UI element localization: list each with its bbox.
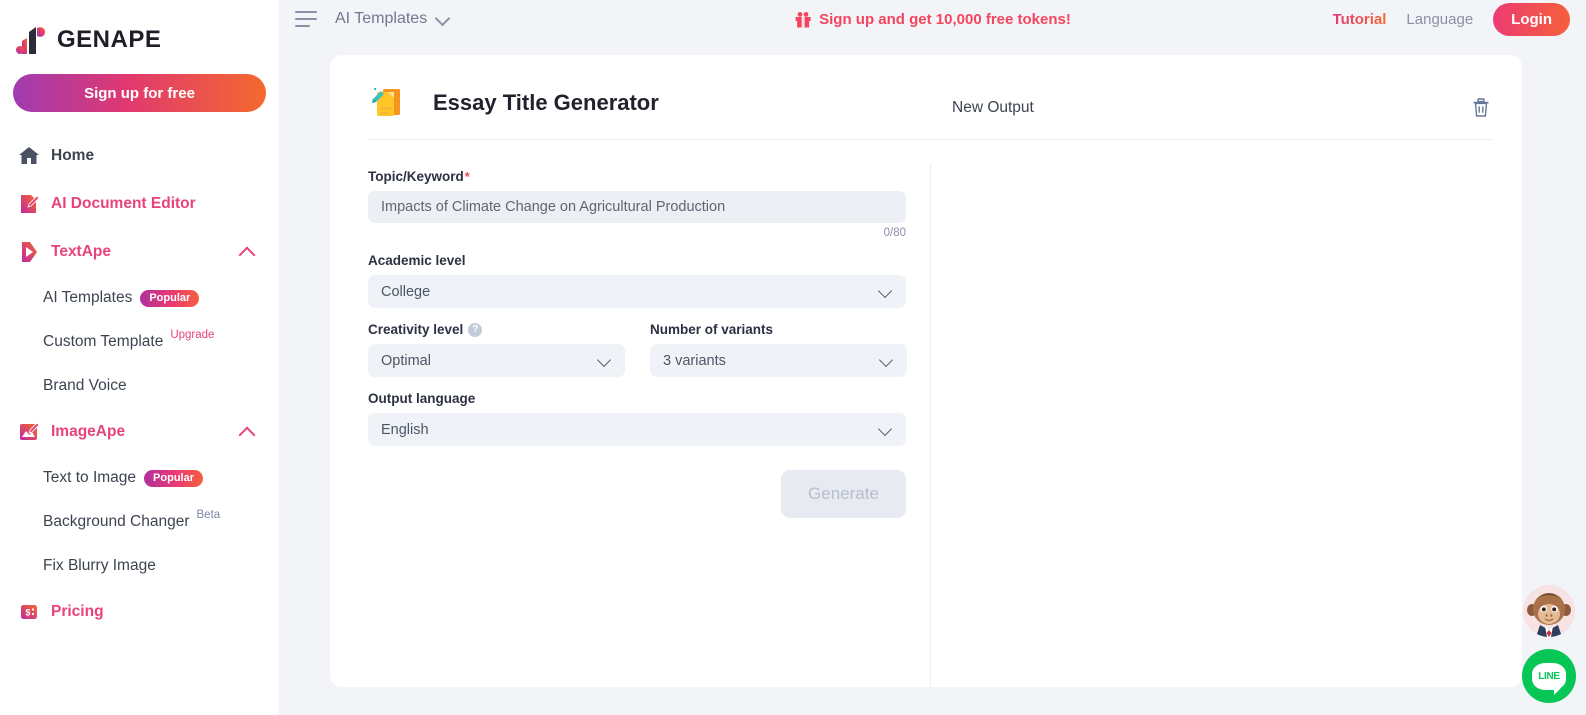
topic-keyword-input[interactable] xyxy=(368,191,906,223)
ape-avatar-icon[interactable] xyxy=(1523,585,1575,637)
sidebar-item-ai-document-editor[interactable]: AI Document Editor xyxy=(0,180,279,228)
chevron-up-icon[interactable] xyxy=(239,243,257,261)
sidebar-subitem-text-to-image[interactable]: Text to Image Popular xyxy=(0,456,279,500)
character-counter: 0/80 xyxy=(883,227,906,239)
top-right-controls: Tutorial Language Login xyxy=(1333,2,1570,36)
question-mark-icon[interactable]: ? xyxy=(468,322,483,337)
sidebar-subitem-label: Custom Template xyxy=(43,333,164,350)
sidebar-item-textape[interactable]: TextApe xyxy=(0,228,279,276)
creativity-variants-row: Creativity level ? Optimal Number of var… xyxy=(368,322,907,377)
logo-text: GENAPE xyxy=(57,26,162,53)
gift-icon xyxy=(794,11,811,28)
promo-banner[interactable]: Sign up and get 10,000 free tokens! xyxy=(794,11,1071,28)
topic-label-text: Topic/Keyword xyxy=(368,169,464,184)
memo-pencil-icon xyxy=(368,83,408,123)
output-language-value: English xyxy=(381,421,429,438)
creativity-level-value: Optimal xyxy=(381,352,431,369)
document-edit-icon xyxy=(16,193,42,215)
sidebar-item-label: Home xyxy=(51,147,95,164)
home-icon xyxy=(16,145,42,167)
generator-form: Topic/Keyword * 0/80 Academic level Coll… xyxy=(368,147,907,518)
output-title: New Output xyxy=(952,99,1034,116)
app-root: GENAPE Sign up for free Home AI Document… xyxy=(0,0,1586,715)
output-header: New Output xyxy=(952,98,1490,118)
chevron-down-icon xyxy=(599,355,611,367)
sidebar-nav: Home AI Document Editor TextApe AI Templ… xyxy=(0,132,279,636)
sidebar-subitem-custom-template[interactable]: Custom Template Upgrade xyxy=(0,320,279,364)
output-panel: New Output xyxy=(930,55,1522,687)
trash-icon[interactable] xyxy=(1472,98,1490,118)
sidebar: GENAPE Sign up for free Home AI Document… xyxy=(0,0,279,715)
sidebar-item-label: ImageApe xyxy=(51,423,126,440)
sidebar-item-label: Pricing xyxy=(51,603,104,620)
sidebar-subitem-background-changer[interactable]: Background Changer Beta xyxy=(0,500,279,544)
sidebar-subitem-label: AI Templates xyxy=(43,289,133,306)
line-chat-icon[interactable]: LINE xyxy=(1522,649,1576,703)
academic-level-select[interactable]: College xyxy=(368,275,906,308)
top-bar: AI Templates Sign up and get 10,000 free… xyxy=(279,0,1586,38)
tutorial-link[interactable]: Tutorial xyxy=(1333,11,1387,28)
variants-label: Number of variants xyxy=(650,322,774,337)
beta-badge: Beta xyxy=(196,509,221,521)
image-edit-icon xyxy=(16,421,42,443)
textape-icon xyxy=(16,241,42,263)
page-title: Essay Title Generator xyxy=(433,90,659,115)
sidebar-subitem-fix-blurry-image[interactable]: Fix Blurry Image xyxy=(0,544,279,588)
required-asterisk: * xyxy=(464,169,470,184)
creativity-level-label: Creativity level ? xyxy=(368,322,625,337)
sidebar-item-imageape[interactable]: ImageApe xyxy=(0,408,279,456)
sidebar-subitem-label: Brand Voice xyxy=(43,377,127,394)
chevron-down-icon xyxy=(880,286,892,298)
logo[interactable]: GENAPE xyxy=(0,0,279,56)
creativity-level-field-group: Creativity level ? Optimal xyxy=(368,322,625,377)
academic-level-label: Academic level xyxy=(368,253,466,268)
sign-up-for-free-button[interactable]: Sign up for free xyxy=(13,74,266,112)
promo-text: Sign up and get 10,000 free tokens! xyxy=(819,10,1071,28)
hamburger-menu-icon[interactable] xyxy=(295,11,317,27)
generate-row: Generate xyxy=(368,470,906,518)
sidebar-subitem-label: Fix Blurry Image xyxy=(43,557,156,574)
sidebar-subitem-label: Text to Image xyxy=(43,469,137,486)
creativity-level-label-text: Creativity level xyxy=(368,322,464,337)
price-tag-icon: $ xyxy=(16,601,42,623)
sidebar-item-label: TextApe xyxy=(51,243,112,260)
variants-value: 3 variants xyxy=(663,352,726,369)
popular-badge: Popular xyxy=(140,289,200,307)
popular-badge: Popular xyxy=(144,469,203,487)
chevron-down-icon[interactable] xyxy=(436,13,450,22)
login-button[interactable]: Login xyxy=(1493,2,1570,36)
tool-header: Essay Title Generator xyxy=(368,83,930,147)
chevron-up-icon[interactable] xyxy=(239,423,257,441)
line-bubble: LINE xyxy=(1532,662,1566,695)
creativity-level-select[interactable]: Optimal xyxy=(368,344,625,377)
output-language-label: Output language xyxy=(368,391,476,406)
svg-text:$: $ xyxy=(25,608,30,618)
topic-label: Topic/Keyword * xyxy=(368,169,906,184)
genape-ape-logo-icon xyxy=(16,25,48,55)
chevron-down-icon xyxy=(880,424,892,436)
language-selector[interactable]: Language xyxy=(1406,11,1473,28)
breadcrumb[interactable]: AI Templates xyxy=(335,10,427,28)
academic-level-value: College xyxy=(381,283,431,300)
sidebar-subitem-brand-voice[interactable]: Brand Voice xyxy=(0,364,279,408)
sidebar-subitem-label: Background Changer xyxy=(43,513,190,530)
tool-card: Essay Title Generator Topic/Keyword * 0/… xyxy=(330,55,1522,687)
output-language-select[interactable]: English xyxy=(368,413,906,446)
main-area: AI Templates Sign up and get 10,000 free… xyxy=(279,0,1586,715)
number-of-variants-select[interactable]: 3 variants xyxy=(650,344,907,377)
line-label: LINE xyxy=(1538,670,1560,682)
academic-level-field-group: Academic level College xyxy=(368,253,906,308)
sidebar-item-label: AI Document Editor xyxy=(51,195,196,212)
output-language-field-group: Output language English xyxy=(368,391,906,446)
sidebar-subitem-ai-templates[interactable]: AI Templates Popular xyxy=(0,276,279,320)
variants-field-group: Number of variants 3 variants xyxy=(650,322,907,377)
tool-form-panel: Essay Title Generator Topic/Keyword * 0/… xyxy=(330,55,1492,687)
chevron-down-icon xyxy=(881,355,893,367)
topic-field-group: Topic/Keyword * 0/80 xyxy=(368,169,906,239)
sidebar-item-home[interactable]: Home xyxy=(0,132,279,180)
generate-button[interactable]: Generate xyxy=(781,470,906,518)
upgrade-badge: Upgrade xyxy=(170,329,215,341)
sidebar-item-pricing[interactable]: $ Pricing xyxy=(0,588,279,636)
